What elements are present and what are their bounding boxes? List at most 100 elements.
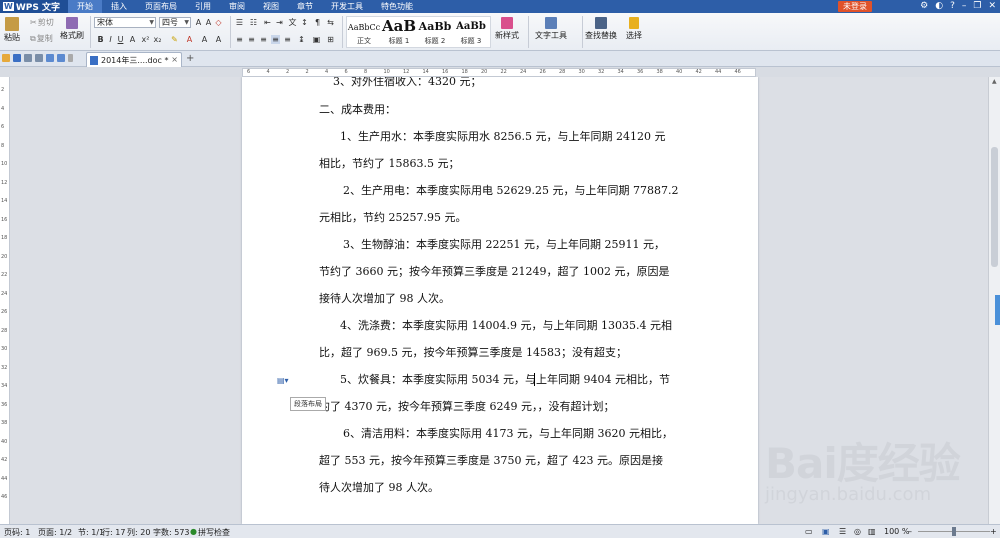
grow-font-icon[interactable]: A — [194, 18, 203, 27]
paragraph-line: 超了 553 元，按今年预算三季度是 3750 元，超了 423 元。原因是接 — [319, 454, 663, 467]
menu-review[interactable]: 审阅 — [220, 0, 254, 13]
view-read-icon[interactable]: ▥ — [868, 527, 876, 536]
zoom-slider-handle[interactable] — [952, 527, 956, 536]
font-color-icon[interactable]: A — [185, 35, 194, 44]
status-page-number[interactable]: 页码: 1 — [4, 527, 30, 538]
paste-button[interactable]: 粘贴 — [4, 17, 20, 43]
sort-icon[interactable]: ↕ — [300, 18, 309, 27]
print-icon[interactable] — [24, 54, 32, 62]
chinese-layout-icon[interactable]: 文 — [288, 18, 297, 27]
shading-icon[interactable]: ▣ — [312, 35, 321, 44]
login-button[interactable]: 未登录 — [838, 1, 872, 12]
align-right-icon[interactable]: ≡ — [259, 35, 268, 44]
show-marks-icon[interactable]: ¶ — [313, 18, 322, 27]
open-icon[interactable] — [2, 54, 10, 62]
scrollbar-thumb[interactable] — [991, 147, 998, 267]
char-border-icon[interactable]: A — [200, 35, 209, 44]
help-icon[interactable]: ? — [950, 0, 955, 13]
save-icon[interactable] — [13, 54, 21, 62]
scissors-icon: ✂ — [30, 18, 37, 27]
ruler-tick-label: 42 — [695, 69, 702, 75]
vertical-ruler[interactable]: 2 4 6 8 10 12 14 16 18 20 22 24 26 28 30 32 34 36 38 40 42 44… — [0, 77, 10, 524]
menu-chapter[interactable]: 章节 — [288, 0, 322, 13]
highlight-icon[interactable]: ✎ — [170, 35, 179, 44]
undo-icon[interactable] — [46, 54, 54, 62]
increase-indent-icon[interactable]: ⇥ — [275, 18, 284, 27]
close-icon[interactable]: × — [171, 55, 178, 64]
cut-button[interactable]: ✂ 剪切 — [30, 17, 54, 28]
close-icon[interactable]: ✕ — [988, 0, 996, 13]
select-button[interactable]: 选择 — [626, 17, 642, 41]
style-heading-2[interactable]: AaBb 标题 2 — [417, 17, 453, 47]
status-section[interactable]: 节: 1/1 — [78, 527, 104, 538]
subscript-button[interactable]: x₂ — [152, 35, 163, 44]
style-label: 标题 2 — [424, 37, 446, 45]
scroll-up-icon[interactable]: ▲ — [992, 78, 997, 85]
menu-page-layout[interactable]: 页面布局 — [136, 0, 186, 13]
view-page-icon[interactable]: ▣ — [822, 527, 830, 536]
style-heading-1[interactable]: AaB 标题 1 — [381, 17, 417, 47]
restore-icon[interactable]: ❐ — [973, 0, 981, 13]
ruler-tick-label: 18 — [461, 69, 468, 75]
style-normal[interactable]: AaBbCc 正文 — [347, 17, 381, 47]
paste-label: 粘贴 — [4, 33, 20, 42]
tab-icon[interactable]: ⇆ — [326, 18, 335, 27]
menu-home[interactable]: 开始 — [68, 0, 102, 13]
document-page[interactable]: 3、对外住宿收入：4320 元； 二、成本费用： 1、生产用水：本季度实际用水 … — [242, 77, 758, 524]
minimize-icon[interactable]: – — [962, 0, 967, 13]
font-name-select[interactable]: 宋体 ▼ — [94, 17, 156, 28]
new-style-button[interactable]: 新样式 — [495, 17, 519, 41]
format-painter-button[interactable]: 格式刷 — [60, 17, 84, 41]
char-shade-icon[interactable]: A — [214, 35, 223, 44]
add-tab-icon[interactable]: + — [186, 53, 194, 64]
justify-icon[interactable]: ≡ — [271, 35, 280, 44]
text-tools-button[interactable]: 文字工具 — [535, 17, 567, 41]
bold-button[interactable]: B — [96, 35, 105, 44]
strikethrough-icon[interactable]: A — [128, 35, 137, 44]
align-left-icon[interactable]: ≡ — [235, 35, 244, 44]
numbered-list-icon[interactable]: ☷ — [249, 18, 258, 27]
shrink-font-icon[interactable]: A — [204, 18, 213, 27]
side-panel-tab[interactable] — [995, 295, 1000, 325]
settings-icon[interactable]: ⚙ — [920, 0, 928, 13]
menu-developer[interactable]: 开发工具 — [322, 0, 372, 13]
decrease-indent-icon[interactable]: ⇤ — [263, 18, 272, 27]
bullet-list-icon[interactable]: ☰ — [235, 18, 244, 27]
ruler-tick-label: 12 — [403, 69, 410, 75]
chevron-down-icon[interactable] — [68, 54, 73, 62]
line-spacing-icon[interactable]: ↨ — [297, 35, 306, 44]
zoom-value[interactable]: 100 % — [884, 527, 909, 536]
horizontal-ruler[interactable]: 6 4 2 2 4 6 8 10 12 14 16 18 20 22 24 26 28 30 32 34 36 38 40 4… — [242, 68, 756, 77]
border-icon[interactable]: ⊞ — [326, 35, 335, 44]
status-word-count[interactable]: 字数: 573 — [153, 527, 190, 538]
distribute-icon[interactable]: ≡ — [283, 35, 292, 44]
menu-view[interactable]: 视图 — [254, 0, 288, 13]
status-spell-check[interactable]: 拼写检查 — [198, 527, 230, 538]
document-tab[interactable]: 2014年三....doc * × — [86, 52, 182, 67]
redo-icon[interactable] — [57, 54, 65, 62]
menu-insert[interactable]: 插入 — [102, 0, 136, 13]
superscript-button[interactable]: x² — [140, 35, 151, 44]
align-center-icon[interactable]: ≡ — [247, 35, 256, 44]
style-heading-3[interactable]: AaBb 标题 3 — [453, 17, 489, 47]
menu-features[interactable]: 特色功能 — [372, 0, 422, 13]
italic-button[interactable]: I — [106, 35, 115, 44]
status-pages[interactable]: 页面: 1/2 — [38, 527, 72, 538]
paragraph-layout-icon[interactable]: ▤▾ — [277, 376, 289, 385]
print-preview-icon[interactable] — [35, 54, 43, 62]
underline-button[interactable]: U — [116, 35, 125, 44]
view-normal-icon[interactable]: ▭ — [805, 527, 813, 536]
clear-format-icon[interactable]: ◇ — [214, 18, 223, 27]
ruler-tick-label: 26 — [1, 309, 8, 315]
view-outline-icon[interactable]: ☰ — [839, 527, 846, 536]
zoom-out-icon[interactable]: – — [908, 527, 912, 536]
font-size-select[interactable]: 四号 ▼ — [159, 17, 191, 28]
copy-button[interactable]: ⧉ 复制 — [30, 33, 53, 44]
app-logo[interactable]: W WPS 文字 — [0, 0, 68, 13]
zoom-in-icon[interactable]: + — [990, 527, 997, 536]
menu-references[interactable]: 引用 — [186, 0, 220, 13]
view-web-icon[interactable]: ◎ — [854, 527, 861, 536]
find-replace-button[interactable]: 查找替换 — [585, 17, 617, 41]
skin-icon[interactable]: ◐ — [935, 0, 943, 13]
quick-access-toolbar — [2, 54, 73, 62]
